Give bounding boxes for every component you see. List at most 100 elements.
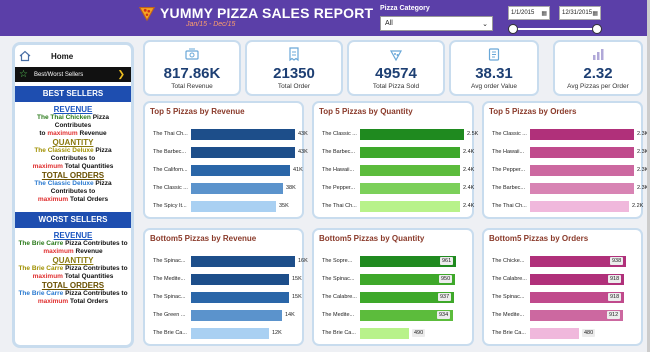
best-revenue-metric: Revenue	[79, 130, 107, 137]
category-label: The Spinac...	[492, 294, 525, 300]
category-label: The Spinac...	[153, 294, 186, 300]
pizza-icon	[138, 7, 156, 22]
kpi-value: 49574	[375, 65, 417, 82]
home-nav[interactable]: Home	[15, 45, 131, 67]
best-sellers-heading: BEST SELLERS	[15, 86, 131, 102]
slider-end-handle[interactable]	[592, 24, 602, 34]
data-label: 2.4K	[463, 185, 475, 191]
worst-orders-metric: Total Orders	[70, 298, 109, 305]
end-date-field[interactable]: 12/31/2015 ▦	[559, 6, 601, 20]
best-worst-nav[interactable]: ☆ Best/Worst Sellers ❯	[15, 67, 131, 82]
data-label: 950	[439, 275, 453, 283]
bar[interactable]	[191, 147, 295, 158]
worst-revenue-heading: REVENUE	[53, 231, 93, 240]
data-label: 14K	[285, 312, 295, 318]
bar[interactable]	[191, 292, 289, 303]
category-label: The Classic ...	[153, 185, 188, 191]
chart-title: Top 5 Pizzas by Revenue	[150, 107, 245, 116]
category-label: The Calabre...	[322, 294, 357, 300]
best-quantity-heading: QUANTITY	[52, 138, 94, 147]
category-dropdown[interactable]: All ⌄	[380, 16, 493, 31]
bar[interactable]	[530, 183, 634, 194]
best-orders-pizza: The Classic Deluxe	[34, 180, 94, 187]
kpi-label: Total Pizza Sold	[372, 83, 420, 90]
category-label: The Barbec...	[153, 149, 187, 155]
bar[interactable]	[530, 201, 629, 212]
best-sellers-block: REVENUE The Thai Chicken Pizza Contribut…	[15, 106, 131, 204]
money-icon	[185, 48, 199, 60]
bar[interactable]	[530, 147, 634, 158]
bar[interactable]	[191, 165, 290, 176]
category-label: The Sopre...	[322, 258, 353, 264]
chart-title: Top 5 Pizzas by Quantity	[319, 107, 413, 116]
worst-orders-text: Pizza Contributes to	[65, 290, 128, 297]
category-label: The Barbec...	[492, 185, 526, 191]
category-label: The Medite...	[153, 276, 186, 282]
data-label: 2.5K	[467, 131, 479, 137]
bar[interactable]	[191, 310, 282, 321]
start-date-field[interactable]: 1/1/2015 ▦	[508, 6, 550, 20]
receipt-icon	[289, 47, 299, 62]
category-label: The Calabre...	[492, 276, 527, 282]
home-icon	[19, 50, 31, 62]
category-label: The Medite...	[492, 312, 525, 318]
category-label: The Thai Ch...	[153, 131, 188, 137]
category-label: The Spinac...	[322, 276, 355, 282]
pizza-box-icon	[389, 50, 403, 62]
best-revenue-max: maximum	[47, 130, 78, 137]
category-label: The Chicke...	[492, 258, 525, 264]
data-label: 2.4K	[463, 167, 475, 173]
chart-bottom5-orders: Bottom5 Pizzas by Orders The Chicke... 938…	[482, 228, 643, 346]
category-label: The Brie Ca...	[322, 330, 356, 336]
worst-revenue-pizza: The Brie Carre	[18, 240, 64, 247]
bar[interactable]	[191, 328, 269, 339]
category-label: The Pepper...	[492, 167, 526, 173]
date-range-slider[interactable]	[513, 28, 596, 30]
worst-revenue-metric: Revenue	[75, 248, 103, 255]
data-label: 2.4K	[463, 149, 475, 155]
category-label: The Classic ...	[322, 131, 357, 137]
best-worst-label: Best/Worst Sellers	[33, 71, 84, 78]
data-label: 41K	[293, 167, 303, 173]
end-date-value: 12/31/2015	[562, 10, 593, 16]
chart-top5-quantity: Top 5 Pizzas by Quantity The Classic ... 2…	[312, 101, 478, 219]
best-quantity-max: maximum	[32, 163, 63, 170]
kpi-value: 21350	[273, 65, 315, 82]
kpi-card-avg-pizzas-per-order: 2.32 Avg Pizzas per Order	[553, 40, 643, 96]
kpi-label: Total Order	[277, 83, 311, 90]
worst-quantity-max: maximum	[32, 273, 63, 280]
slider-start-handle[interactable]	[508, 24, 518, 34]
category-label: The Pepper...	[322, 185, 356, 191]
best-quantity-pizza: The Classic Deluxe	[34, 147, 94, 154]
title-area: YUMMY PIZZA SALES REPORT	[138, 4, 373, 22]
worst-quantity-metric: Total Quantities	[64, 273, 114, 280]
bar[interactable]	[530, 328, 579, 339]
kpi-label: Total Revenue	[171, 83, 213, 90]
bar[interactable]	[360, 165, 460, 176]
category-label: The Thai Ch...	[322, 203, 357, 209]
bar[interactable]	[360, 129, 464, 140]
bar[interactable]	[530, 129, 634, 140]
bar[interactable]	[191, 129, 295, 140]
chevron-down-icon: ⌄	[482, 20, 488, 28]
bar-chart-icon	[593, 49, 604, 60]
bar[interactable]	[191, 183, 283, 194]
bar[interactable]	[191, 201, 276, 212]
bar[interactable]	[360, 201, 460, 212]
chart-top5-orders: Top 5 Pizzas by Orders The Classic ... 2.3…	[482, 101, 648, 219]
data-label: 16K	[298, 258, 308, 264]
bar[interactable]	[360, 328, 409, 339]
data-label: 918	[608, 275, 622, 283]
data-label: 38K	[286, 185, 296, 191]
calendar-icon: ▦	[541, 10, 547, 17]
chart-title: Bottom5 Pizzas by Revenue	[150, 234, 257, 243]
bar[interactable]	[191, 256, 295, 267]
category-label: The Classic ...	[492, 131, 527, 137]
bar[interactable]	[191, 274, 289, 285]
bar[interactable]	[360, 183, 460, 194]
bar[interactable]	[530, 165, 634, 176]
kpi-card-total-order: 21350 Total Order	[245, 40, 343, 96]
bar[interactable]	[360, 147, 460, 158]
star-icon: ☆	[19, 69, 28, 80]
kpi-value: 2.32	[583, 65, 613, 82]
